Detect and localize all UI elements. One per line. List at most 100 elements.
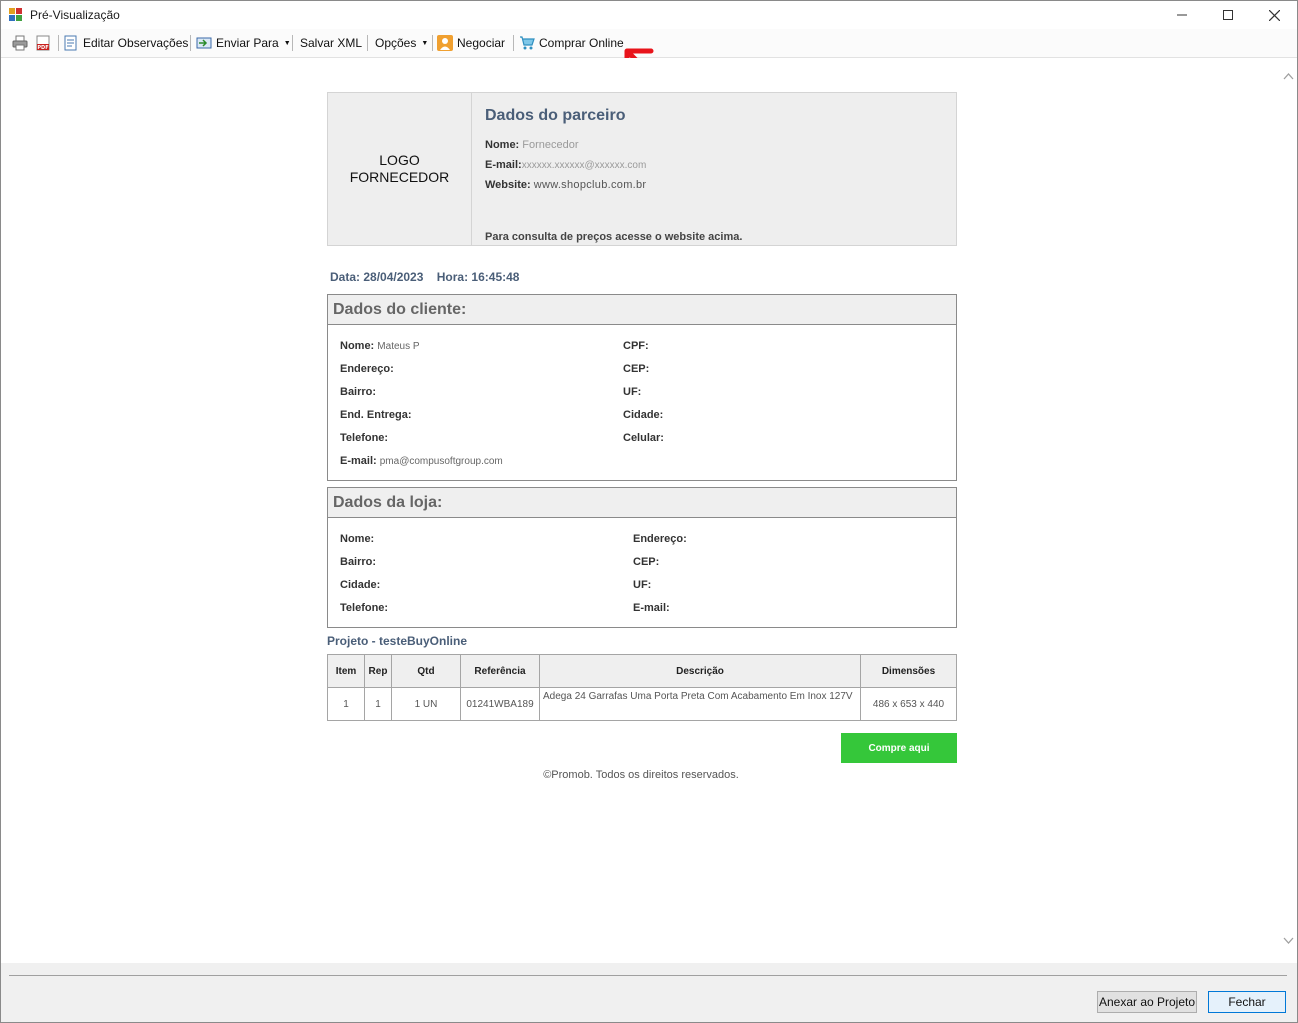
- field-label: Celular:: [623, 432, 664, 444]
- toolbar-separator: [58, 35, 59, 51]
- options-button[interactable]: Opções ▼: [375, 29, 428, 57]
- minimize-icon: [1177, 14, 1187, 16]
- pdf-button[interactable]: PDF: [35, 29, 55, 57]
- options-label: Opções: [375, 36, 417, 50]
- field-label: End. Entrega:: [340, 409, 412, 421]
- save-xml-label: Salvar XML: [300, 36, 363, 50]
- logo-line: LOGO: [379, 152, 420, 168]
- field-value: pma@compusoftgroup.com: [379, 456, 503, 467]
- client-address: Endereço:: [340, 363, 394, 375]
- chevron-up-icon[interactable]: [1280, 68, 1297, 85]
- client-cpf: CPF:: [623, 340, 649, 352]
- preview-content[interactable]: LOGO FORNECEDOR Dados do parceiro Nome: …: [1, 58, 1280, 963]
- send-to-label: Enviar Para: [216, 36, 279, 50]
- close-window-button[interactable]: [1251, 1, 1297, 29]
- field-value: xxxxxx.xxxxxx@xxxxxx.com: [521, 160, 647, 171]
- chevron-down-icon[interactable]: [1280, 932, 1297, 949]
- maximize-icon: [1223, 10, 1233, 20]
- cell-qtd: 1 UN: [391, 687, 461, 721]
- field-label: Endereço:: [633, 533, 687, 545]
- store-phone: Telefone:: [340, 602, 388, 614]
- client-delivery: End. Entrega:: [340, 409, 412, 421]
- save-xml-button[interactable]: Salvar XML: [300, 29, 362, 57]
- column-header: Dimensões: [860, 654, 957, 688]
- send-to-button[interactable]: Enviar Para ▼: [196, 29, 291, 57]
- column-header: Rep: [364, 654, 392, 688]
- minimize-button[interactable]: [1159, 1, 1205, 29]
- store-section: Dados da loja: Nome: Bairro: Cidade: Tel…: [327, 487, 957, 628]
- client-district: Bairro:: [340, 386, 376, 398]
- cell-dim: 486 x 653 x 440: [860, 687, 957, 721]
- consult-note: Para consulta de preços acesse o website…: [485, 231, 743, 243]
- client-name: Nome: Mateus P: [340, 340, 420, 352]
- client-section: Dados do cliente: Nome: Mateus P Endereç…: [327, 294, 957, 481]
- client-city: Cidade:: [623, 409, 663, 421]
- field-label: CEP:: [633, 556, 660, 568]
- edit-notes-label: Editar Observações: [83, 36, 189, 50]
- copyright-note: ©Promob. Todos os direitos reservados.: [543, 769, 739, 781]
- partner-email: E-mail:xxxxxx.xxxxxx@xxxxxx.com: [485, 155, 945, 175]
- field-label: E-mail:: [340, 455, 377, 467]
- toolbar-separator: [432, 35, 433, 51]
- time-text: Hora: 16:45:48: [436, 270, 520, 284]
- window-title: Pré-Visualização: [30, 8, 120, 22]
- field-label: Nome:: [340, 533, 375, 545]
- field-label: Cidade:: [623, 409, 664, 421]
- field-label: UF:: [633, 579, 652, 591]
- field-label: CEP:: [623, 363, 650, 375]
- partner-info: Dados do parceiro Nome: Fornecedor E-mai…: [485, 107, 945, 243]
- field-label: Bairro:: [340, 556, 377, 568]
- buy-online-label: Comprar Online: [539, 36, 624, 50]
- section-title: Dados da loja:: [328, 488, 956, 518]
- field-label: E-mail:: [485, 159, 522, 171]
- edit-document-icon: [64, 35, 77, 51]
- project-title: Projeto - testeBuyOnline: [327, 634, 468, 648]
- chevron-down-icon: ▼: [421, 39, 429, 47]
- cell-desc: Adega 24 Garrafas Uma Porta Preta Com Ac…: [539, 687, 861, 721]
- field-label: Website:: [485, 179, 531, 191]
- maximize-button[interactable]: [1205, 1, 1251, 29]
- partner-panel: LOGO FORNECEDOR Dados do parceiro Nome: …: [327, 92, 957, 246]
- field-label: UF:: [623, 386, 642, 398]
- field-label: Cidade:: [340, 579, 381, 591]
- field-label: Nome:: [340, 340, 375, 352]
- table-header-row: Item Rep Qtd Referência Descrição Dimens…: [327, 654, 957, 688]
- vertical-scrollbar[interactable]: [1280, 58, 1297, 963]
- footer-divider: [9, 975, 1287, 976]
- store-cep: CEP:: [633, 556, 659, 568]
- store-email: E-mail:: [633, 602, 670, 614]
- field-value: Fornecedor: [522, 139, 579, 151]
- printer-icon: [12, 35, 28, 51]
- close-button[interactable]: Fechar: [1208, 991, 1286, 1013]
- negotiate-label: Negociar: [457, 36, 506, 50]
- items-table: Item Rep Qtd Referência Descrição Dimens…: [327, 654, 957, 721]
- preview-window: Pré-Visualização PDF Editar Observações …: [0, 0, 1298, 1023]
- cell-ref: 01241WBA189: [460, 687, 540, 721]
- buy-here-button[interactable]: Compre aqui: [841, 733, 957, 763]
- field-label: CPF:: [623, 340, 649, 352]
- store-district: Bairro:: [340, 556, 376, 568]
- attach-to-project-button[interactable]: Anexar ao Projeto: [1097, 991, 1197, 1013]
- website-link[interactable]: www.shopclub.com.br: [534, 179, 647, 191]
- cell-rep: 1: [364, 687, 392, 721]
- field-label: Telefone:: [340, 602, 389, 614]
- app-icon: [9, 8, 22, 21]
- field-label: Endereço:: [340, 363, 394, 375]
- field-label: E-mail:: [633, 602, 670, 614]
- cell-item: 1: [327, 687, 365, 721]
- buy-online-button[interactable]: Comprar Online: [519, 29, 624, 57]
- column-header: Descrição: [539, 654, 861, 688]
- store-address: Endereço:: [633, 533, 687, 545]
- partner-title: Dados do parceiro: [485, 107, 626, 124]
- partner-name: Nome: Fornecedor: [485, 135, 945, 155]
- field-label: Telefone:: [340, 432, 389, 444]
- title-bar: Pré-Visualização: [1, 1, 1297, 29]
- edit-notes-button[interactable]: Editar Observações: [63, 29, 188, 57]
- svg-text:PDF: PDF: [37, 45, 48, 51]
- chevron-down-icon: ▼: [283, 39, 291, 47]
- field-value: Mateus P: [377, 341, 420, 352]
- print-button[interactable]: [12, 29, 32, 57]
- toolbar-separator: [292, 35, 293, 51]
- negotiate-button[interactable]: Negociar: [437, 29, 505, 57]
- client-uf: UF:: [623, 386, 641, 398]
